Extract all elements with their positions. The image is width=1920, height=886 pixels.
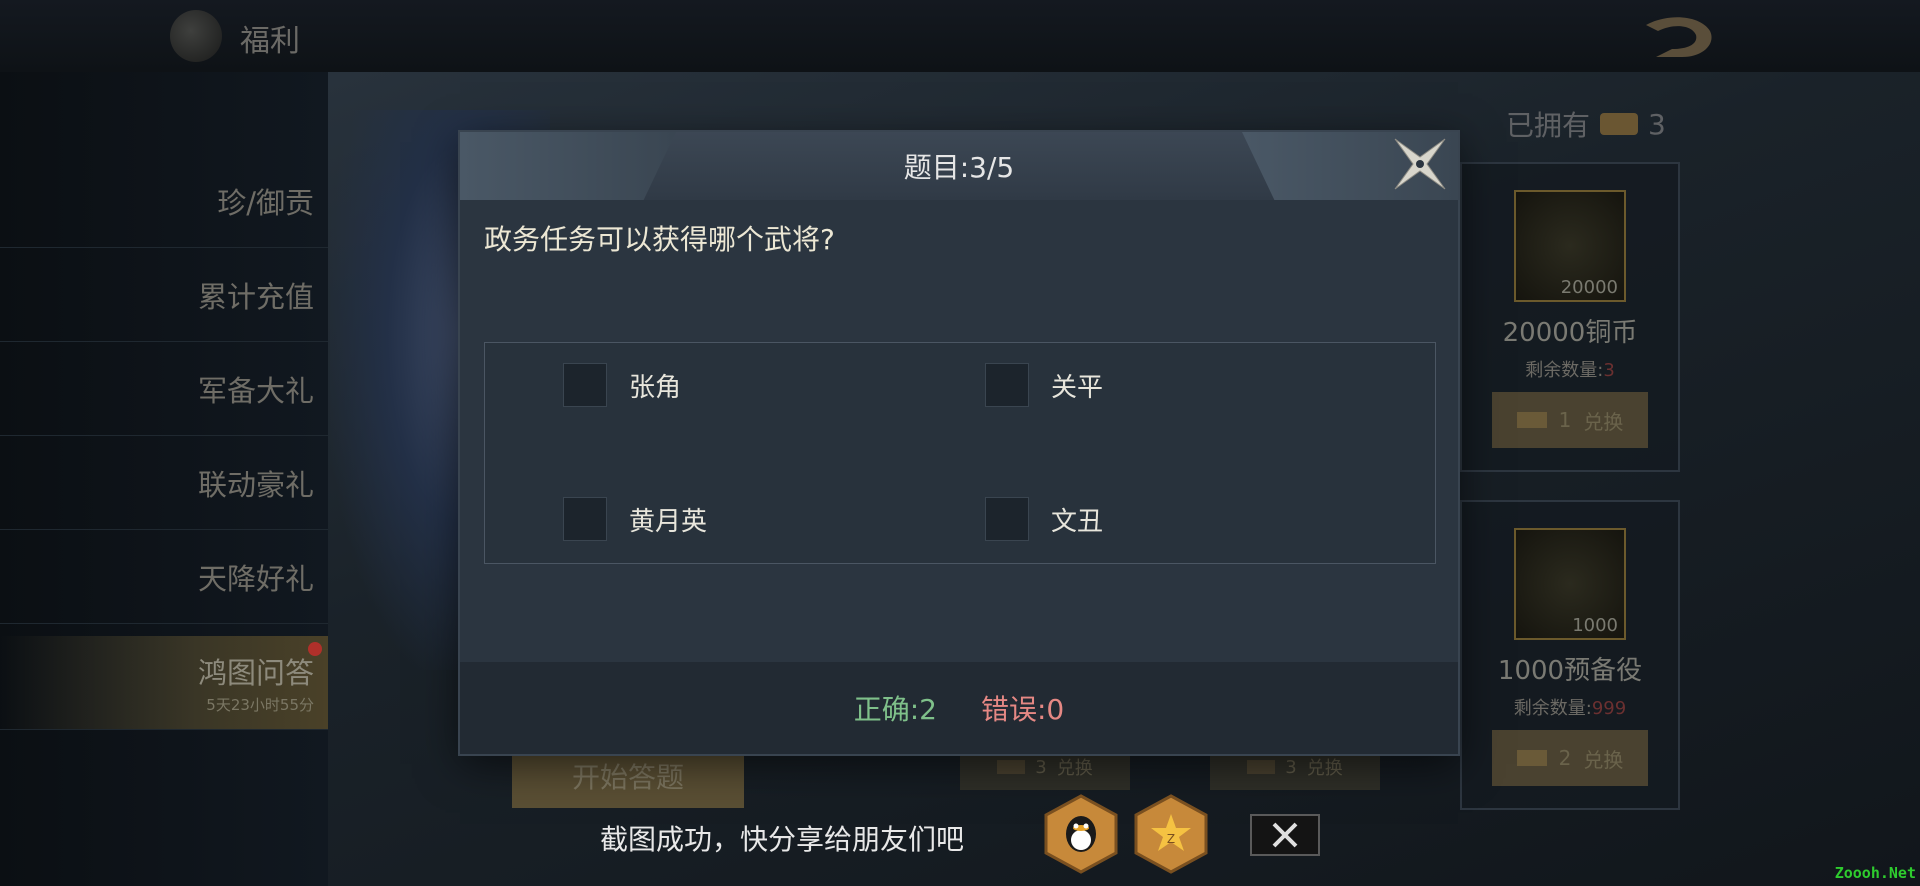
answer-label: 黄月英 <box>629 506 708 537</box>
remaining-label: 剩余数量: <box>1525 360 1604 381</box>
answer-label: 关平 <box>1051 372 1104 403</box>
answer-option[interactable]: 文丑 <box>985 497 1103 541</box>
wrong-count: 错误:0 <box>981 693 1065 726</box>
sidebar-item-sky-gift[interactable]: 天降好礼 <box>0 530 328 624</box>
exchange-cost: 1 <box>1558 408 1572 432</box>
share-close-button[interactable] <box>1250 814 1320 856</box>
sidebar-item-quiz[interactable]: 鸿图问答 5天23小时55分 <box>0 636 328 730</box>
top-bar: 福利 <box>0 0 1920 72</box>
owned-count: 3 <box>1648 107 1666 141</box>
answer-label: 文丑 <box>1051 506 1104 537</box>
sidebar-item-label: 累计充值 <box>197 279 314 314</box>
sidebar-item-label: 联动豪礼 <box>197 467 314 502</box>
owned-label: 已拥有 <box>1506 109 1591 142</box>
welfare-emblem-icon <box>170 10 222 62</box>
sidebar-item-label: 天降好礼 <box>197 561 314 596</box>
copper-coin-icon: 20000 <box>1514 190 1626 302</box>
sidebar-item-label: 鸿图问答 <box>197 656 314 690</box>
share-prompt: 截图成功，快分享给朋友们吧 <box>600 823 965 856</box>
question-text: 政务任务可以获得哪个武将? <box>484 223 835 256</box>
reward-name: 20000铜币 <box>1502 318 1638 348</box>
quiz-progress-title: 题目:3/5 <box>903 151 1015 184</box>
owned-tokens: 已拥有 3 <box>1506 104 1666 144</box>
reward-remaining: 剩余数量:3 <box>1462 356 1678 382</box>
remaining-value: 999 <box>1591 698 1627 719</box>
reward-qty: 1000 <box>1572 615 1618 636</box>
exchange-label: 兑换 <box>1583 747 1624 772</box>
reward-card: 20000 20000铜币 剩余数量:3 1 兑换 <box>1460 162 1680 472</box>
exchange-button[interactable]: 2 兑换 <box>1492 730 1648 786</box>
answer-checkbox[interactable] <box>563 363 607 407</box>
crossed-blades-close-icon <box>1394 138 1446 190</box>
exchange-label: 兑换 <box>1583 409 1624 434</box>
watermark: Zoooh.Net <box>1834 864 1916 882</box>
close-icon <box>1272 822 1298 848</box>
dialog-header: 题目:3/5 <box>460 132 1458 200</box>
exchange-label: 兑换 <box>1056 758 1093 779</box>
answer-checkbox[interactable] <box>985 497 1029 541</box>
answer-options: 张角 关平 黄月英 文丑 <box>484 342 1436 564</box>
sidebar-item-armament-gift[interactable]: 军备大礼 <box>0 342 328 436</box>
sidebar-item-collab-gift[interactable]: 联动豪礼 <box>0 436 328 530</box>
page-title: 福利 <box>240 24 300 59</box>
reward-remaining: 剩余数量:999 <box>1462 694 1678 720</box>
score-bar: 正确:2 错误:0 <box>460 662 1458 754</box>
event-timer: 5天23小时55分 <box>206 696 314 714</box>
token-icon <box>1600 113 1639 135</box>
token-icon <box>997 760 1026 774</box>
share-qq-button[interactable] <box>1044 794 1118 874</box>
close-button[interactable] <box>1388 132 1452 196</box>
answer-option[interactable]: 张角 <box>563 363 681 407</box>
dragon-back-icon <box>1646 17 1712 57</box>
remaining-label: 剩余数量: <box>1513 698 1592 719</box>
token-icon <box>1516 750 1547 766</box>
exchange-cost: 2 <box>1558 746 1572 770</box>
back-button[interactable] <box>1636 8 1720 66</box>
reward-card: 1000 1000预备役 剩余数量:999 2 兑换 <box>1460 500 1680 810</box>
quiz-dialog: 题目:3/5 政务任务可以获得哪个武将? 张角 关平 黄月英 文丑 正确:2 错… <box>460 132 1458 754</box>
token-icon <box>1516 412 1547 428</box>
token-icon <box>1247 760 1276 774</box>
answer-label: 张角 <box>629 372 682 403</box>
answer-option[interactable]: 关平 <box>985 363 1103 407</box>
reward-name: 1000预备役 <box>1497 656 1643 686</box>
qq-icon <box>1044 794 1118 874</box>
share-qzone-button[interactable]: Z <box>1134 794 1208 874</box>
sidebar-item-cumulative-recharge[interactable]: 累计充值 <box>0 248 328 342</box>
exchange-button[interactable]: 1 兑换 <box>1492 392 1648 448</box>
helmet-icon: 1000 <box>1514 528 1626 640</box>
correct-count: 正确:2 <box>853 693 937 726</box>
sidebar: 珍/御贡 累计充值 军备大礼 联动豪礼 天降好礼 鸿图问答 5天23小时55分 <box>0 72 328 886</box>
remaining-value: 3 <box>1603 360 1615 381</box>
notification-dot <box>308 642 322 656</box>
sidebar-item-label: 军备大礼 <box>197 373 314 408</box>
answer-option[interactable]: 黄月英 <box>563 497 707 541</box>
sidebar-item-tribute[interactable]: 珍/御贡 <box>0 154 328 248</box>
answer-checkbox[interactable] <box>985 363 1029 407</box>
qzone-star-icon: Z <box>1134 794 1208 874</box>
answer-checkbox[interactable] <box>563 497 607 541</box>
svg-text:Z: Z <box>1167 832 1175 846</box>
exchange-cost: 3 <box>1035 756 1047 778</box>
exchange-label: 兑换 <box>1306 758 1343 779</box>
sidebar-item-label: 珍/御贡 <box>217 185 314 220</box>
reward-qty: 20000 <box>1560 277 1618 298</box>
exchange-cost: 3 <box>1285 756 1297 778</box>
